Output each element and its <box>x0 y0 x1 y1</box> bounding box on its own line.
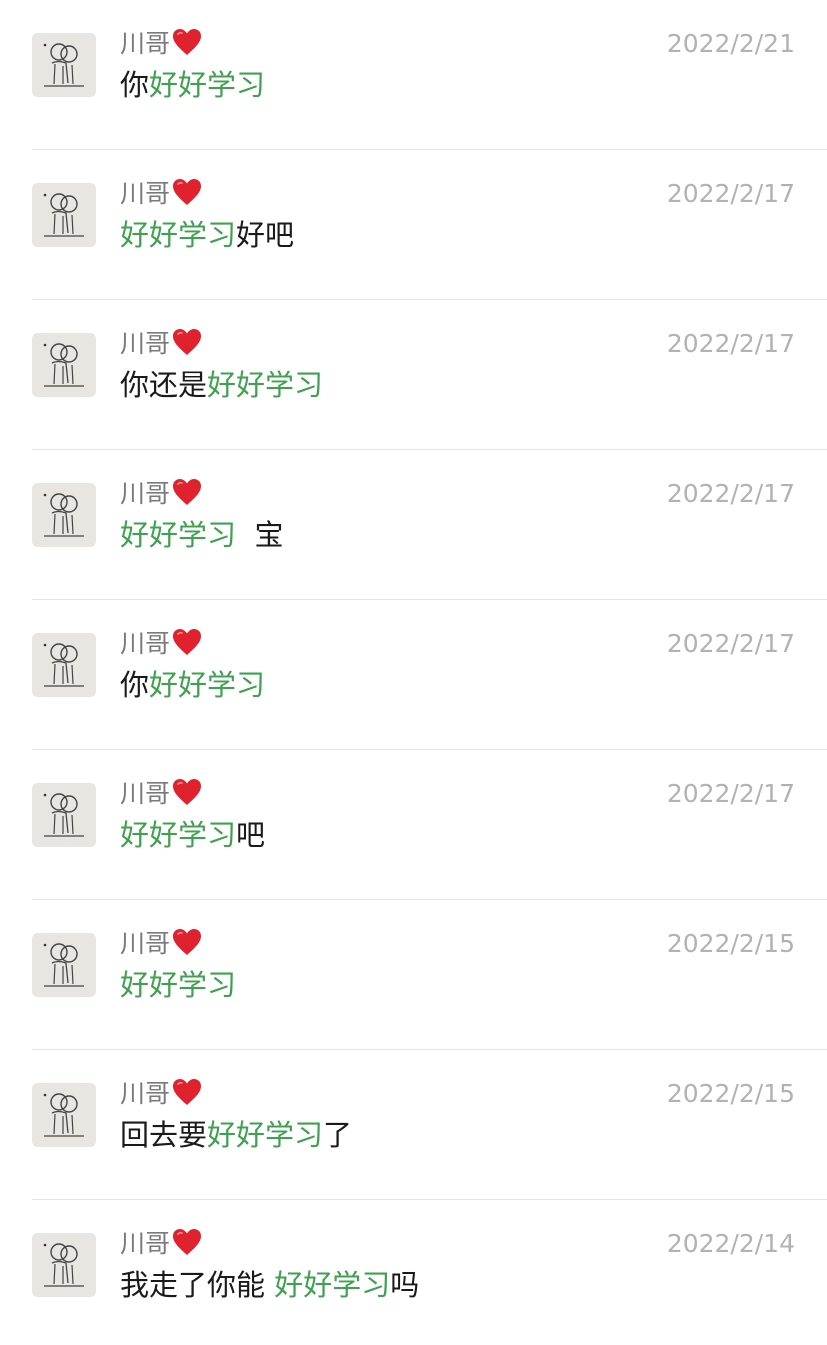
message-date: 2022/2/17 <box>666 179 795 208</box>
message-date: 2022/2/17 <box>666 329 795 358</box>
message-text-before: 你还是 <box>120 368 208 402</box>
avatar[interactable] <box>32 633 96 697</box>
message-text-before: 你 <box>120 668 150 702</box>
message-preview: 我走了你能 好好学习吗 <box>120 1266 419 1304</box>
avatar[interactable] <box>32 1083 96 1147</box>
sender-name: 川哥 <box>120 178 202 210</box>
sender-name-text: 川哥 <box>120 929 171 958</box>
message-preview: 好好学习 <box>120 966 236 1004</box>
message-text-after: 了 <box>323 1118 353 1152</box>
search-keyword-highlight: 好好学习 <box>149 668 266 702</box>
avatar[interactable] <box>32 783 96 847</box>
search-keyword-highlight: 好好学习 <box>274 1268 391 1302</box>
avatar[interactable] <box>32 483 96 547</box>
sender-name: 川哥 <box>120 28 202 60</box>
avatar-sketch-icon <box>32 333 96 397</box>
avatar[interactable] <box>32 33 96 97</box>
result-row[interactable]: 川哥 2022/2/17 你还是好好学习 <box>0 300 827 450</box>
sender-name: 川哥 <box>120 928 202 960</box>
sender-name: 川哥 <box>120 778 202 810</box>
chat-search-results: 川哥 2022/2/21 你好好学习 川哥 2022/2/17 好好学习好吧 川… <box>0 0 827 1345</box>
message-preview: 好好学习好吧 <box>120 216 294 254</box>
heart-icon <box>173 779 202 805</box>
message-text-after: 好吧 <box>236 218 295 252</box>
sender-name-text: 川哥 <box>120 179 171 208</box>
message-text-before: 你 <box>120 68 150 102</box>
search-keyword-highlight: 好好学习 <box>120 818 237 852</box>
sender-name-text: 川哥 <box>120 1079 171 1108</box>
search-keyword-highlight: 好好学习 <box>207 1118 324 1152</box>
heart-icon <box>173 1079 202 1105</box>
avatar[interactable] <box>32 333 96 397</box>
result-row[interactable]: 川哥 2022/2/21 你好好学习 <box>0 0 827 150</box>
message-preview: 你好好学习 <box>120 66 265 104</box>
sender-name-text: 川哥 <box>120 629 171 658</box>
search-keyword-highlight: 好好学习 <box>120 518 237 552</box>
message-text-after: 吧 <box>236 818 266 852</box>
message-date: 2022/2/15 <box>666 1079 795 1108</box>
message-preview: 好好学习 宝 <box>120 516 283 554</box>
avatar-sketch-icon <box>32 783 96 847</box>
sender-name: 川哥 <box>120 328 202 360</box>
result-row[interactable]: 川哥 2022/2/15 回去要好好学习了 <box>0 1050 827 1200</box>
message-date: 2022/2/17 <box>666 779 795 808</box>
message-text-before: 我走了你能 <box>120 1268 275 1302</box>
sender-name-text: 川哥 <box>120 479 171 508</box>
avatar-sketch-icon <box>32 183 96 247</box>
avatar-sketch-icon <box>32 483 96 547</box>
avatar-sketch-icon <box>32 1083 96 1147</box>
heart-icon <box>173 29 202 55</box>
sender-name-text: 川哥 <box>120 1229 171 1258</box>
heart-icon <box>173 929 202 955</box>
sender-name: 川哥 <box>120 628 202 660</box>
avatar[interactable] <box>32 933 96 997</box>
message-date: 2022/2/21 <box>666 29 795 58</box>
sender-name: 川哥 <box>120 1228 202 1260</box>
avatar[interactable] <box>32 1233 96 1297</box>
message-preview: 好好学习吧 <box>120 816 265 854</box>
message-date: 2022/2/14 <box>666 1229 795 1258</box>
search-keyword-highlight: 好好学习 <box>149 68 266 102</box>
message-text-before: 回去要 <box>120 1118 208 1152</box>
sender-name-text: 川哥 <box>120 779 171 808</box>
message-date: 2022/2/17 <box>666 479 795 508</box>
message-date: 2022/2/15 <box>666 929 795 958</box>
heart-icon <box>173 179 202 205</box>
result-row[interactable]: 川哥 2022/2/17 你好好学习 <box>0 600 827 750</box>
message-preview: 你好好学习 <box>120 666 265 704</box>
result-row[interactable]: 川哥 2022/2/17 好好学习好吧 <box>0 150 827 300</box>
avatar-sketch-icon <box>32 933 96 997</box>
search-keyword-highlight: 好好学习 <box>120 968 237 1002</box>
message-preview: 回去要好好学习了 <box>120 1116 352 1154</box>
heart-icon <box>173 479 202 505</box>
avatar-sketch-icon <box>32 633 96 697</box>
sender-name-text: 川哥 <box>120 29 171 58</box>
sender-name: 川哥 <box>120 478 202 510</box>
result-row[interactable]: 川哥 2022/2/17 好好学习吧 <box>0 750 827 900</box>
heart-icon <box>173 1229 202 1255</box>
sender-name-text: 川哥 <box>120 329 171 358</box>
message-text-after: 吗 <box>390 1268 420 1302</box>
sender-name: 川哥 <box>120 1078 202 1110</box>
avatar-sketch-icon <box>32 1233 96 1297</box>
message-date: 2022/2/17 <box>666 629 795 658</box>
search-keyword-highlight: 好好学习 <box>207 368 324 402</box>
search-keyword-highlight: 好好学习 <box>120 218 237 252</box>
avatar-sketch-icon <box>32 33 96 97</box>
result-row[interactable]: 川哥 2022/2/15 好好学习 <box>0 900 827 1050</box>
avatar[interactable] <box>32 183 96 247</box>
message-preview: 你还是好好学习 <box>120 366 323 404</box>
message-text-after: 宝 <box>236 518 284 552</box>
heart-icon <box>173 329 202 355</box>
result-row[interactable]: 川哥 2022/2/14 我走了你能 好好学习吗 <box>0 1200 827 1345</box>
heart-icon <box>173 629 202 655</box>
result-row[interactable]: 川哥 2022/2/17 好好学习 宝 <box>0 450 827 600</box>
